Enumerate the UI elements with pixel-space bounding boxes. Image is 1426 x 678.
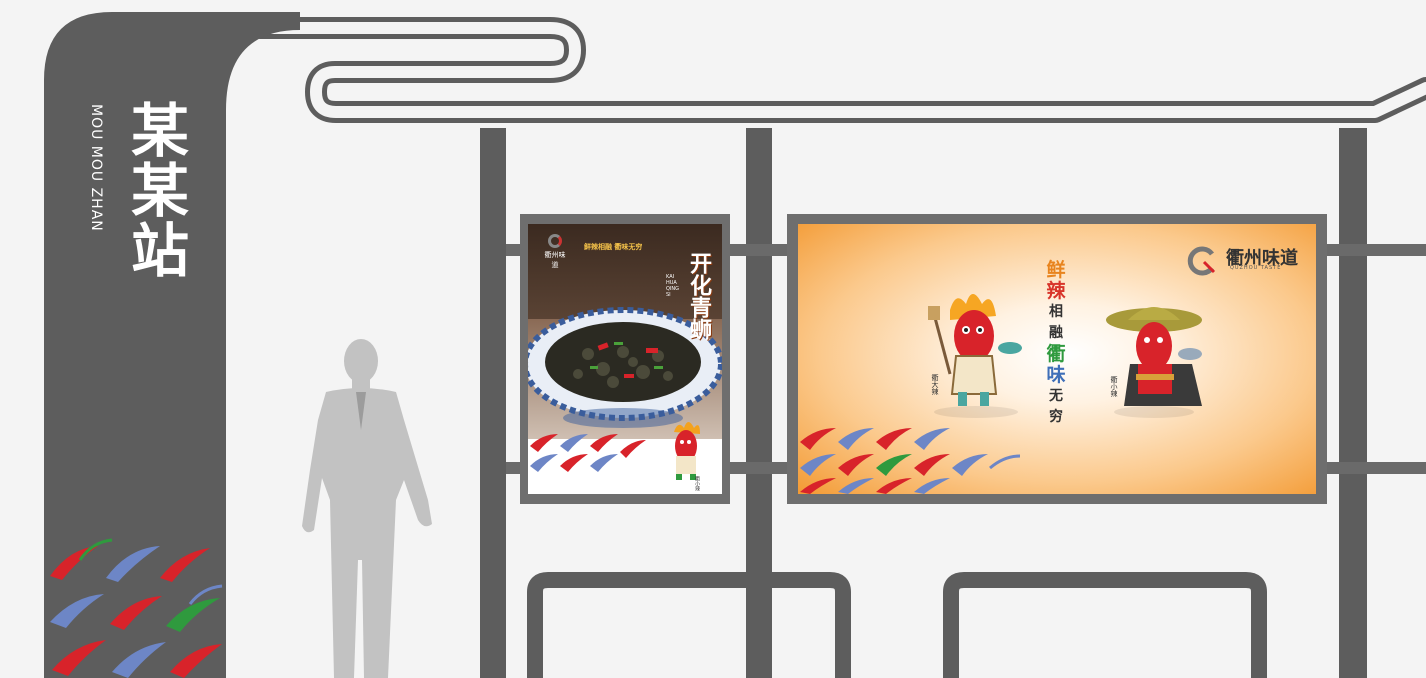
mascot-left-name: 衢大辣 bbox=[931, 374, 939, 395]
poster-title: 开化青蛳 bbox=[686, 252, 711, 340]
billboard-quzhou-taste: 衢州味道 QUZHOU TASTE 鲜辣相融衢味无穷 衢大辣 衢小辣 bbox=[798, 224, 1316, 494]
billboard-illustration bbox=[800, 294, 1202, 494]
rail-upper-right bbox=[1327, 244, 1426, 256]
poster-kaihua-snails: 衢州味道 鲜辣相融 衢味无穷 KAI HUA QING SI 开化青蛳 衢小辣 bbox=[528, 224, 722, 494]
bench-right bbox=[943, 572, 1267, 678]
post-1 bbox=[480, 128, 506, 678]
station-name-english: MOU MOU ZHAN bbox=[88, 104, 104, 232]
poster-character-label: 衢小辣 bbox=[694, 476, 700, 491]
post-2 bbox=[746, 128, 772, 678]
brand-logo-icon bbox=[548, 234, 562, 248]
poster-logo: 衢州味道 bbox=[542, 234, 568, 270]
rail-lower-right bbox=[1327, 462, 1426, 474]
bench-left bbox=[527, 572, 851, 678]
poster-chili-pattern bbox=[530, 434, 646, 472]
mascot-right bbox=[1106, 307, 1202, 418]
billboard-chili-pattern bbox=[800, 428, 1021, 494]
mascot-left bbox=[928, 294, 1022, 418]
roof-rail bbox=[249, 17, 1426, 123]
station-name: 某某站 bbox=[121, 100, 189, 280]
post-3 bbox=[1339, 128, 1367, 678]
poster-slogan: 鲜辣相融 衢味无穷 bbox=[584, 243, 643, 251]
poster-chili-mascot bbox=[674, 422, 700, 480]
person-silhouette bbox=[302, 339, 432, 678]
mascot-right-name: 衢小辣 bbox=[1110, 376, 1118, 397]
